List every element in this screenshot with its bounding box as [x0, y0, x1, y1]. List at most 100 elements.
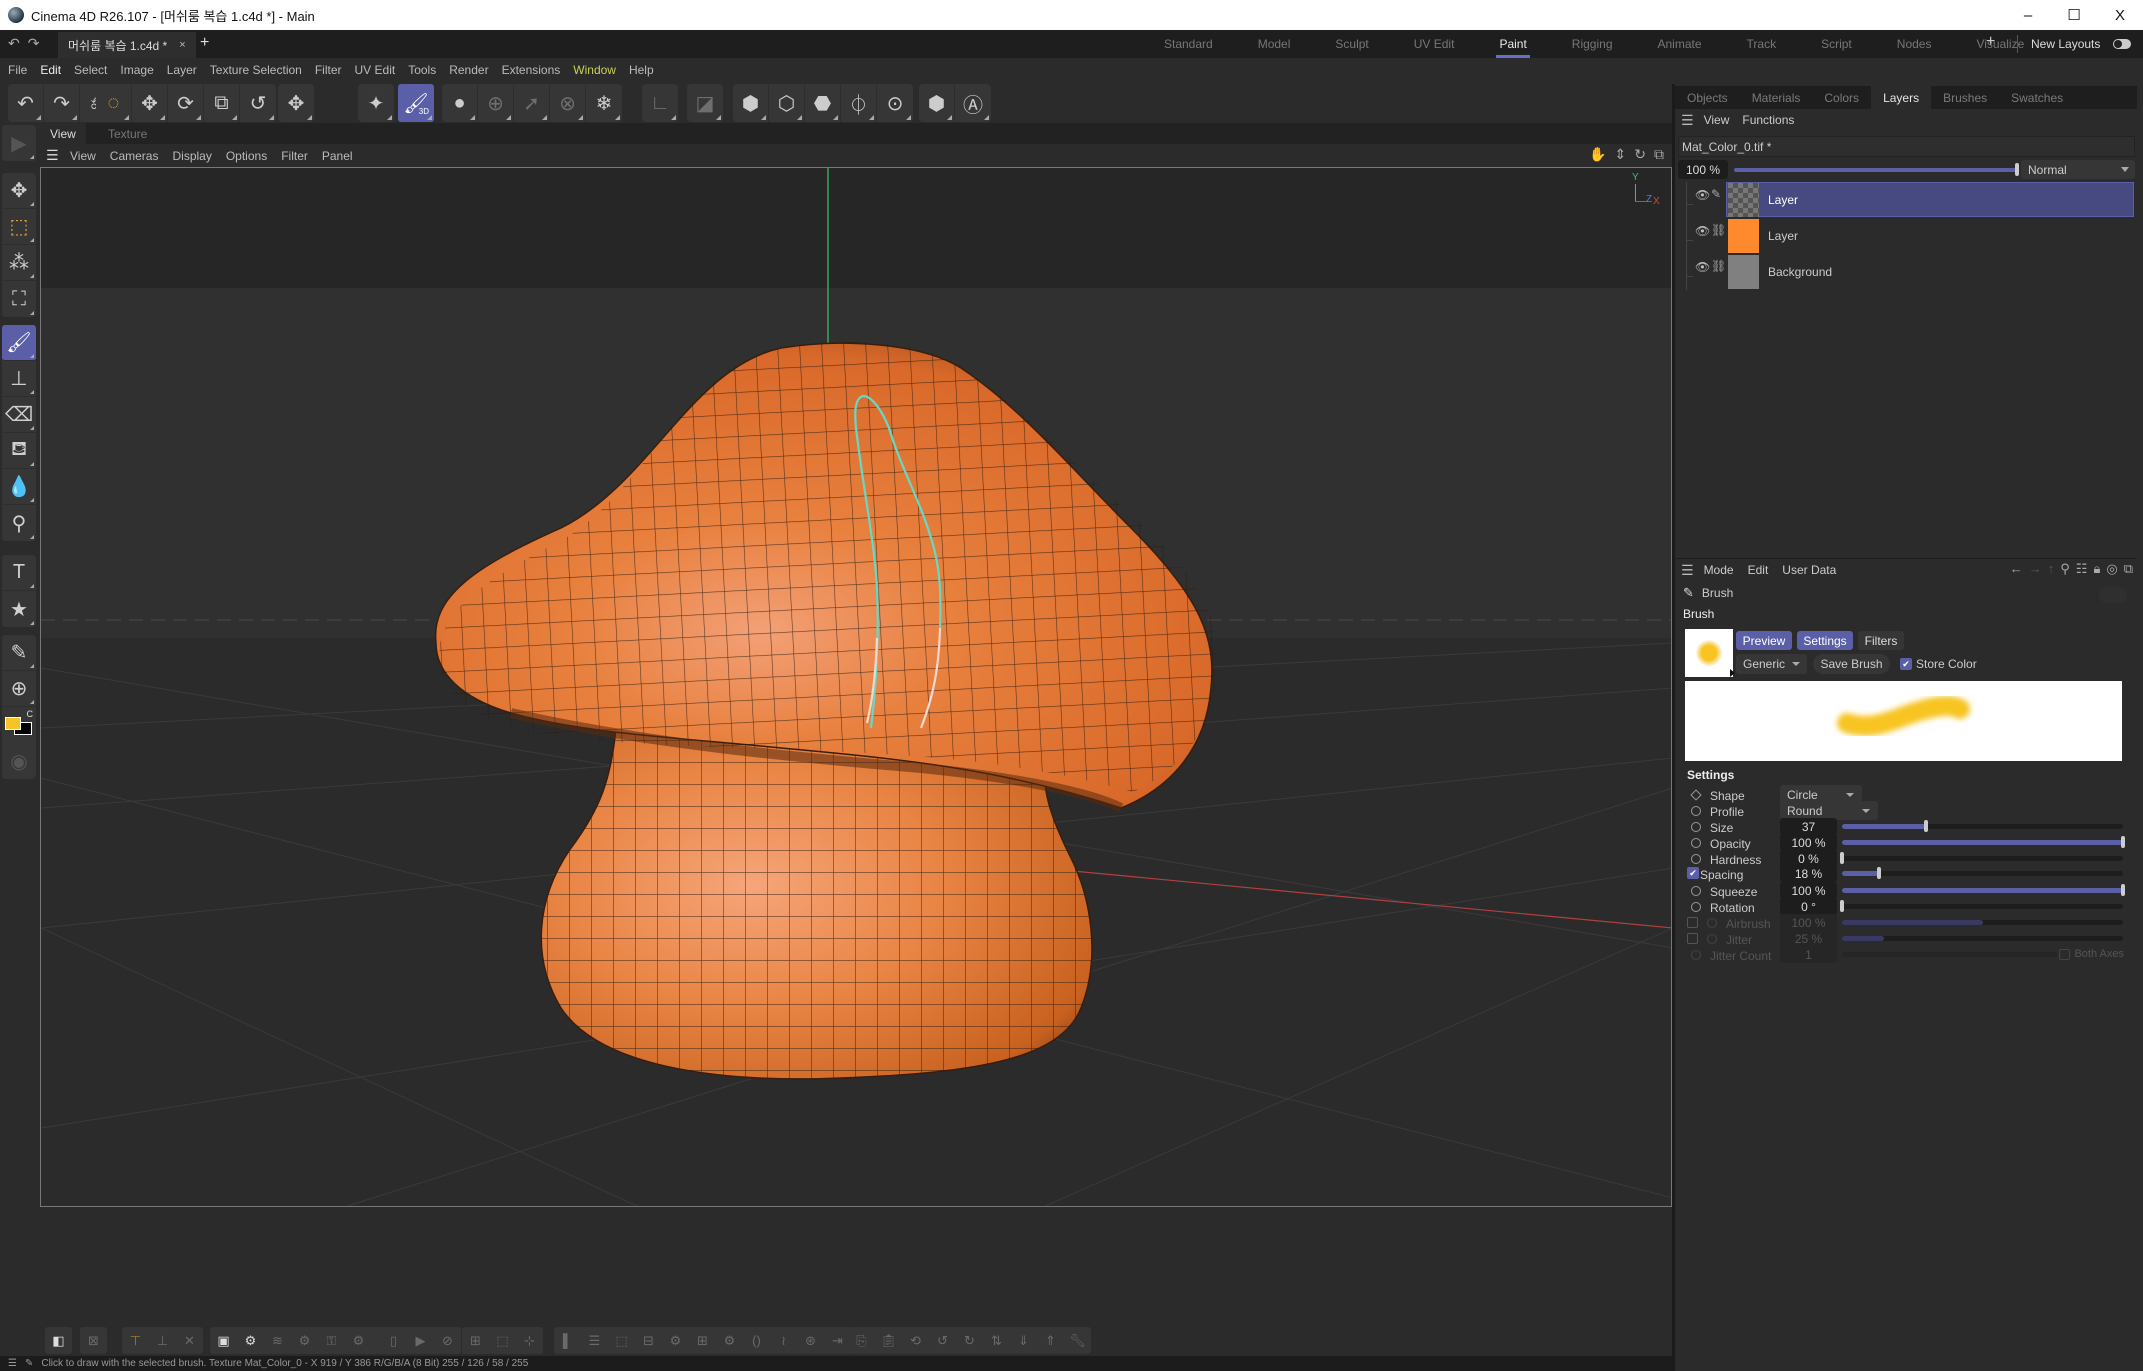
- animate-circle-icon[interactable]: [1691, 838, 1701, 848]
- foreground-color-swatch[interactable]: [5, 717, 21, 730]
- swap-colors-label[interactable]: C: [27, 709, 34, 719]
- layout-icon[interactable]: ◧: [45, 1327, 72, 1354]
- link-icon[interactable]: ⛓︎: [1711, 259, 1726, 273]
- layer-opacity-slider-thumb[interactable]: [2015, 163, 2019, 176]
- tab-texture[interactable]: Texture: [98, 123, 157, 144]
- layer-opacity-slider[interactable]: [1734, 168, 2018, 172]
- layout-tab-track[interactable]: Track: [1747, 30, 1777, 58]
- animate-circle-icon[interactable]: [1691, 886, 1701, 896]
- animate-circle-icon[interactable]: [1707, 934, 1717, 944]
- cube-dot-icon[interactable]: ⊙: [877, 84, 913, 122]
- layout-tab-script[interactable]: Script: [1821, 30, 1852, 58]
- viewport-menu-options[interactable]: Options: [226, 149, 267, 163]
- viewport-menu-filter[interactable]: Filter: [281, 149, 308, 163]
- pencil-icon[interactable]: ✎: [1711, 187, 1721, 201]
- layout-tab-nodes[interactable]: Nodes: [1897, 30, 1932, 58]
- eyedropper-icon[interactable]: ✎: [2, 635, 36, 671]
- document-tab[interactable]: 머쉬룸 복습 1.c4d * ×: [58, 32, 196, 58]
- gear-icon[interactable]: ⚙: [237, 1327, 264, 1354]
- link-icon[interactable]: ⛓︎: [1711, 223, 1726, 237]
- layout-tab-model[interactable]: Model: [1258, 30, 1291, 58]
- menu-tools[interactable]: Tools: [408, 63, 436, 77]
- layers-menu-view[interactable]: View: [1704, 113, 1730, 127]
- zoom-tool-icon[interactable]: ⊕: [2, 671, 36, 707]
- visibility-eye-icon[interactable]: 👁︎: [1695, 260, 1710, 274]
- squeeze-field[interactable]: 100 %: [1780, 882, 1837, 899]
- maximize-view-icon[interactable]: ⧉: [1654, 146, 1664, 163]
- checkbox-checked-icon[interactable]: ✔: [1687, 867, 1699, 879]
- attribute-menu-edit[interactable]: Edit: [1748, 563, 1769, 577]
- layout-tab-animate[interactable]: Animate: [1658, 30, 1702, 58]
- gear-icon[interactable]: ⚙: [345, 1327, 372, 1354]
- snowflake-icon[interactable]: ❄: [586, 84, 622, 122]
- search-icon[interactable]: ⚲: [2060, 561, 2070, 577]
- paste-icon[interactable]: 📋︎: [875, 1327, 902, 1354]
- axis-move-icon[interactable]: ✥: [278, 84, 314, 122]
- menu-edit[interactable]: Edit: [40, 63, 61, 77]
- tab-brushes[interactable]: Brushes: [1931, 86, 1999, 109]
- close-tab-icon[interactable]: ×: [179, 39, 185, 51]
- anchor-icon[interactable]: ⊥: [149, 1327, 176, 1354]
- up-icon[interactable]: ⇑: [1037, 1327, 1064, 1354]
- filters-button[interactable]: Filters: [1858, 631, 1904, 650]
- gear-icon[interactable]: ⚙: [662, 1327, 689, 1354]
- waves-icon[interactable]: ≀: [770, 1327, 797, 1354]
- tab-swatches[interactable]: Swatches: [1999, 86, 2075, 109]
- menu-texture-selection[interactable]: Texture Selection: [210, 63, 302, 77]
- hamburger-menu-icon[interactable]: ☰: [46, 147, 60, 164]
- transform-box-icon[interactable]: ⛶: [2, 281, 36, 317]
- cube-line-icon[interactable]: ⏀: [841, 84, 877, 122]
- tab-objects[interactable]: Objects: [1675, 86, 1740, 109]
- dolly-icon[interactable]: ⇕: [1615, 146, 1627, 163]
- attribute-menu-user-data[interactable]: User Data: [1782, 563, 1836, 577]
- slider-thumb[interactable]: [2121, 884, 2125, 896]
- mask-mode-icon[interactable]: ◉: [2, 743, 36, 779]
- smudge-icon[interactable]: ⚲: [2, 505, 36, 541]
- export-icon[interactable]: ⇥: [824, 1327, 851, 1354]
- transfer-icon[interactable]: ↺: [240, 84, 276, 122]
- slider-thumb[interactable]: [1876, 867, 1881, 879]
- redo-icon[interactable]: ↷: [44, 84, 80, 122]
- 3d-viewport[interactable]: Y Z X: [40, 167, 1672, 1207]
- viewport-menu-panel[interactable]: Panel: [322, 149, 353, 163]
- checkbox-checked-icon[interactable]: ✔: [1900, 658, 1912, 670]
- move-tool-icon[interactable]: ✥: [2, 173, 36, 209]
- slider-thumb[interactable]: [2121, 836, 2125, 848]
- layout-tab-paint[interactable]: Paint: [1496, 30, 1531, 58]
- minimize-button[interactable]: –: [2005, 0, 2051, 30]
- play-icon[interactable]: ▶: [407, 1327, 434, 1354]
- redo-icon[interactable]: ↷: [28, 35, 40, 52]
- frame-icon[interactable]: ⊠: [80, 1327, 107, 1354]
- new-document-button[interactable]: +: [200, 34, 209, 52]
- doc-icon[interactable]: ▯: [380, 1327, 407, 1354]
- maximize-button[interactable]: ☐: [2051, 0, 2097, 30]
- viewport-menu-cameras[interactable]: Cameras: [110, 149, 159, 163]
- paint-brush-icon[interactable]: 🖌: [2, 325, 36, 361]
- target-icon[interactable]: ◎: [2106, 561, 2117, 577]
- status-menu-icon[interactable]: ☰: [8, 1358, 17, 1369]
- slider-thumb[interactable]: [1924, 820, 1929, 832]
- cube-solid-icon[interactable]: ⬢: [733, 84, 769, 122]
- new-window-icon[interactable]: ⧉: [2124, 561, 2133, 577]
- visibility-eye-icon[interactable]: 👁︎: [1695, 224, 1710, 238]
- layer-row[interactable]: 👁︎ ⛓︎ Layer: [1678, 218, 2135, 254]
- fill-bucket-icon[interactable]: ⛾: [2, 433, 36, 469]
- menu-file[interactable]: File: [8, 63, 27, 77]
- paint-3d-icon[interactable]: 🖌 3D: [398, 84, 434, 122]
- layout-tab-uv-edit[interactable]: UV Edit: [1414, 30, 1455, 58]
- sparkle-icon[interactable]: ✦: [358, 84, 394, 122]
- stamp-icon[interactable]: ⊥: [2, 361, 36, 397]
- column-icon[interactable]: ▌: [554, 1327, 581, 1354]
- menu-image[interactable]: Image: [120, 63, 153, 77]
- wrench-icon[interactable]: 🔧︎: [1064, 1327, 1091, 1354]
- store-color-checkbox[interactable]: ✔ Store Color: [1900, 657, 1977, 671]
- animate-circle-icon[interactable]: [1691, 806, 1701, 816]
- undo-icon[interactable]: ↶: [8, 35, 20, 52]
- text-tool-icon[interactable]: T: [2, 555, 36, 591]
- attribute-menu-mode[interactable]: Mode: [1704, 563, 1734, 577]
- visibility-eye-icon[interactable]: 👁︎: [1695, 188, 1710, 202]
- pin-icon[interactable]: ⊕: [478, 84, 514, 122]
- pin-icon[interactable]: ⊤: [122, 1327, 149, 1354]
- rotate-right-icon[interactable]: ↻: [956, 1327, 983, 1354]
- eraser-icon[interactable]: ⌫: [2, 397, 36, 433]
